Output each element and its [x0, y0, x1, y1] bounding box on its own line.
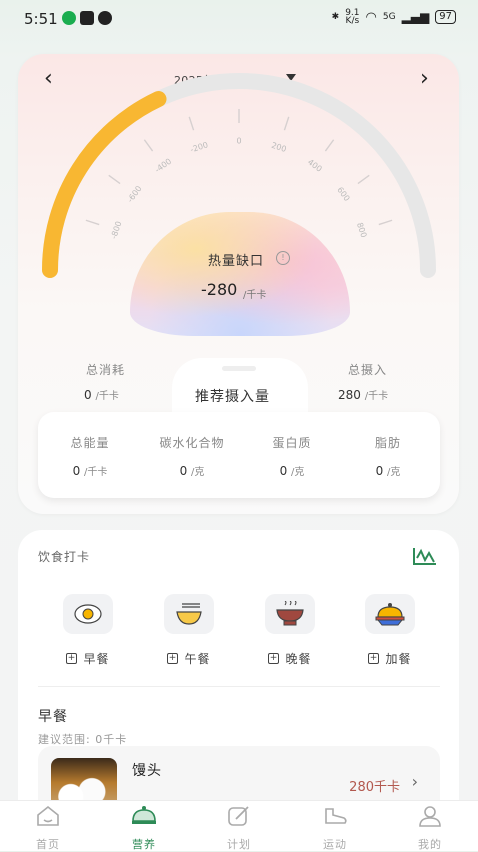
- plus-icon: +: [66, 653, 78, 664]
- diet-title: 饮食打卡: [38, 550, 91, 564]
- hotpot-icon[interactable]: [265, 594, 315, 634]
- consumed-value: 0 /千卡: [84, 388, 119, 402]
- gauge-tick-label: -800: [109, 220, 123, 240]
- home-icon: [37, 805, 59, 826]
- chevron-right-icon[interactable]: ›: [412, 772, 418, 791]
- consumed-label: 总消耗: [86, 363, 126, 377]
- gauge-tick-label: 200: [270, 141, 287, 154]
- tab-nutrition[interactable]: 营养: [114, 805, 174, 852]
- gauge-tick: [283, 116, 290, 131]
- tab-me[interactable]: 我的: [400, 805, 460, 852]
- gauge-tick-label: 600: [335, 185, 351, 203]
- gauge-fill: [42, 91, 167, 278]
- noodle-bowl-icon[interactable]: [164, 594, 214, 634]
- intake-value: 280 /千卡: [338, 388, 389, 402]
- gauge-tick: [108, 174, 121, 185]
- tab-sport[interactable]: 运动: [305, 805, 365, 852]
- fried-egg-icon[interactable]: [63, 594, 113, 634]
- food-kcal: 280千卡: [349, 780, 400, 795]
- gauge-tick-label: -600: [126, 184, 144, 204]
- nutrition-cloche-icon: [132, 806, 156, 824]
- intake-label: 总摄入: [348, 363, 388, 377]
- gauge-tick: [85, 219, 100, 226]
- edit-plan-icon: [228, 806, 249, 826]
- gauge-tick: [324, 139, 335, 152]
- trend-chart-icon[interactable]: [412, 546, 438, 568]
- nutrient-fat: 脂肪 0 /克: [374, 436, 401, 478]
- gauge-tick-label: 400: [306, 158, 324, 174]
- plus-icon: +: [268, 653, 280, 664]
- meal-dinner[interactable]: + 晚餐: [250, 594, 330, 667]
- sneaker-icon: [325, 808, 347, 824]
- info-icon[interactable]: !: [276, 251, 290, 265]
- gauge-tick: [357, 174, 370, 185]
- user-icon: [419, 806, 441, 827]
- drag-handle[interactable]: [222, 366, 256, 371]
- food-cloche-icon[interactable]: [365, 594, 415, 634]
- plus-icon: +: [167, 653, 179, 664]
- gauge-tick: [188, 116, 195, 131]
- meal-breakfast[interactable]: + 早餐: [48, 594, 128, 667]
- recommend-title[interactable]: 推荐摄入量: [195, 386, 270, 406]
- deficit-value: -280: [201, 280, 238, 299]
- gauge-tick-label: -400: [153, 157, 173, 175]
- meal-snack[interactable]: + 加餐: [350, 594, 430, 667]
- nutrient-carbs: 碳水化合物 0 /克: [159, 436, 225, 478]
- gauge-tick: [143, 139, 154, 152]
- nutrient-energy: 总能量 0 /千卡: [70, 436, 110, 478]
- breakfast-range: 建议范围: 0千卡: [38, 733, 128, 746]
- bottom-tab-bar: 首页 营养 计划 运动 我的: [0, 800, 478, 851]
- gauge-tick-label: 800: [355, 221, 368, 238]
- tab-home[interactable]: 首页: [18, 805, 78, 852]
- food-name: 馒头: [132, 763, 162, 779]
- nutrients-panel: 总能量 0 /千卡 碳水化合物 0 /克 蛋白质 0 /克 脂肪 0 /克: [38, 412, 440, 498]
- deficit-unit: /千卡: [243, 290, 267, 301]
- gauge-tick-label: 0: [236, 137, 241, 146]
- gauge-tick-label: -200: [189, 140, 209, 154]
- plus-icon: +: [368, 653, 380, 664]
- deficit-label: 热量缺口: [208, 254, 265, 269]
- nutrient-protein: 蛋白质 0 /克: [272, 436, 312, 478]
- breakfast-title: 早餐: [38, 709, 68, 725]
- gauge-tick: [378, 219, 393, 226]
- tab-plan[interactable]: 计划: [209, 805, 269, 852]
- divider: [38, 686, 440, 687]
- meal-lunch[interactable]: + 午餐: [149, 594, 229, 667]
